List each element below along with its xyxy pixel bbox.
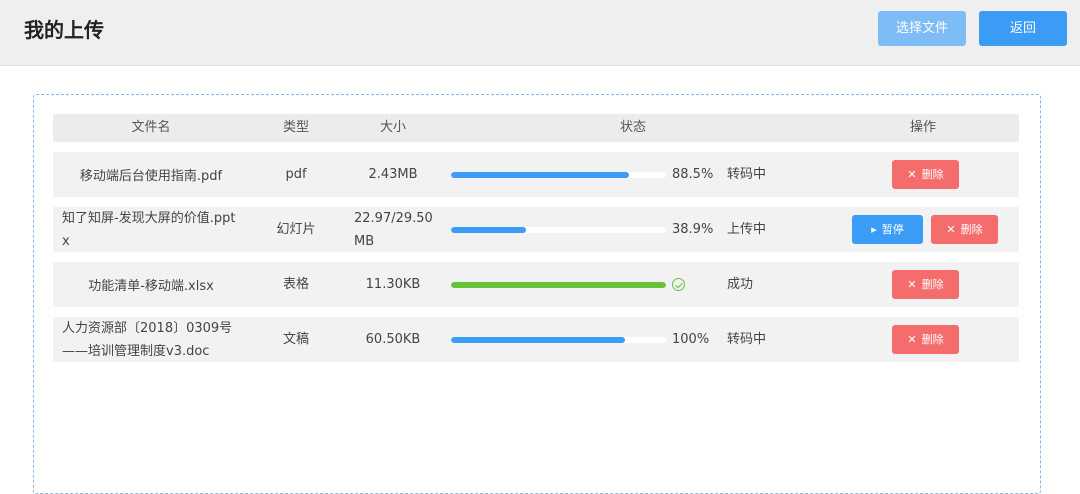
check-circle-icon <box>672 278 685 291</box>
column-header-name: 文件名 <box>131 120 171 135</box>
file-size-line1: 22.97/29.50 <box>354 210 433 226</box>
file-size: 2.43MB <box>368 167 418 182</box>
file-name-line1: 知了知屏-发现大屏的价值.ppt <box>62 210 236 226</box>
status-text: 转码中 <box>727 167 767 182</box>
column-header-actions: 操作 <box>909 120 936 135</box>
progress-text: 38.9% <box>672 222 714 237</box>
progress-fill <box>451 337 626 343</box>
page-title: 我的上传 <box>24 18 104 42</box>
file-name: 人力资源部〔2018〕0309号 ——培训管理制度v3.doc <box>53 317 249 362</box>
delete-label: 删除 <box>960 223 983 236</box>
close-icon: ✕ <box>946 223 956 236</box>
delete-button[interactable]: ✕ 删除 <box>892 160 959 189</box>
table-row: 移动端后台使用指南.pdf pdf 2.43MB 88.5% 转码中 ✕ 删除 <box>53 152 1019 197</box>
column-header-status: 状态 <box>619 120 646 135</box>
table-row: 知了知屏-发现大屏的价值.ppt x 幻灯片 22.97/29.50 MB 38.9… <box>53 207 1019 252</box>
pause-button[interactable]: ▸ 暂停 <box>852 215 923 244</box>
progress-bar <box>451 227 666 233</box>
close-icon: ✕ <box>907 168 917 181</box>
page-header: 我的上传 选择文件 返回 <box>0 0 1080 66</box>
delete-label: 删除 <box>921 333 944 346</box>
progress-text: 88.5% <box>672 167 714 182</box>
back-button[interactable]: 返回 <box>979 11 1067 46</box>
table-header: 文件名 类型 大小 状态 操作 <box>53 114 1019 142</box>
progress-fill <box>451 282 666 288</box>
progress-bar <box>451 337 666 343</box>
delete-button[interactable]: ✕ 删除 <box>931 215 998 244</box>
file-type: 表格 <box>282 277 309 292</box>
progress-text: 100% <box>672 332 710 347</box>
file-type: pdf <box>285 167 307 182</box>
progress-fill <box>451 227 527 233</box>
delete-button[interactable]: ✕ 删除 <box>892 325 959 354</box>
progress-fill <box>451 172 630 178</box>
status-text: 成功 <box>727 277 754 292</box>
file-size-line2: MB <box>354 233 375 249</box>
status-text: 转码中 <box>727 332 767 347</box>
delete-button[interactable]: ✕ 删除 <box>892 270 959 299</box>
file-type: 文稿 <box>282 332 309 347</box>
column-header-type: 类型 <box>282 120 309 135</box>
select-file-button[interactable]: 选择文件 <box>878 11 966 46</box>
delete-label: 删除 <box>921 168 944 181</box>
progress-bar <box>451 172 666 178</box>
file-name-line1: 人力资源部〔2018〕0309号 <box>62 320 233 336</box>
status-text: 上传中 <box>727 222 767 237</box>
file-size: 22.97/29.50 MB <box>348 207 438 252</box>
close-icon: ✕ <box>907 278 917 291</box>
file-name: 功能清单-移动端.xlsx <box>88 279 214 294</box>
table-row: 人力资源部〔2018〕0309号 ——培训管理制度v3.doc 文稿 60.50K… <box>53 317 1019 362</box>
delete-label: 删除 <box>921 278 944 291</box>
file-type: 幻灯片 <box>276 222 316 237</box>
file-name-line2: x <box>62 233 70 249</box>
file-name: 移动端后台使用指南.pdf <box>79 169 223 184</box>
pause-label: 暂停 <box>881 223 904 236</box>
file-size: 60.50KB <box>365 332 421 347</box>
file-size: 11.30KB <box>365 277 421 292</box>
file-name: 知了知屏-发现大屏的价值.ppt x <box>53 207 249 252</box>
close-icon: ✕ <box>907 333 917 346</box>
column-header-size: 大小 <box>379 120 406 135</box>
progress-bar <box>451 282 666 288</box>
play-icon: ▸ <box>871 223 877 236</box>
file-name-line2: ——培训管理制度v3.doc <box>62 343 210 359</box>
table-row: 功能清单-移动端.xlsx 表格 11.30KB 成功 ✕ 删除 <box>53 262 1019 307</box>
